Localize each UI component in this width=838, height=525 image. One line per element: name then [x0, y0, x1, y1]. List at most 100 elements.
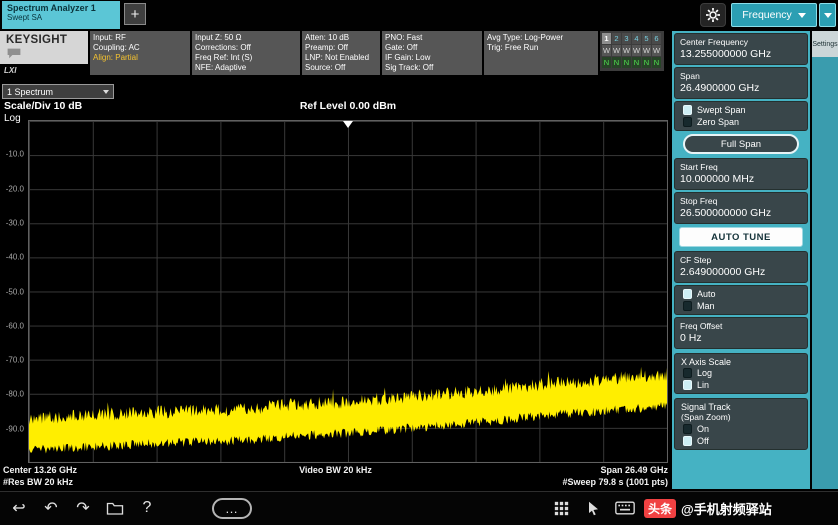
pointer-mode-button[interactable]: [580, 495, 606, 521]
trace-indicator-numbers-3[interactable]: 3: [622, 33, 631, 44]
status-line: Preamp: Off: [305, 43, 377, 53]
y-axis-label: -10.0: [6, 150, 24, 159]
span-label: Span: [680, 71, 802, 81]
span-control[interactable]: Span 26.4900000 GHz: [674, 67, 808, 99]
trace-indicator-row2-1[interactable]: W: [602, 45, 611, 56]
grid-icon: [554, 501, 569, 516]
on-screen-keyboard-button[interactable]: [612, 495, 638, 521]
x-axis-scale-label: X Axis Scale: [677, 356, 805, 367]
status-line-align-partial: Align: Partial: [93, 53, 187, 63]
trace-selector-dropdown[interactable]: 1 Spectrum: [2, 84, 114, 99]
trace-indicator-row2-3[interactable]: W: [622, 45, 631, 56]
trace-indicator-row3-2[interactable]: N: [612, 57, 621, 68]
open-folder-button[interactable]: [102, 495, 128, 521]
footer-readout-row-2: #Res BW 20 kHz #Sweep 79.8 s (1001 pts): [3, 477, 668, 487]
status-line: Corrections: Off: [195, 43, 297, 53]
redo-button[interactable]: ↷: [70, 495, 96, 521]
tab-swept-sa[interactable]: Spectrum Analyzer 1 Swept SA: [2, 1, 120, 29]
x-axis-log-option[interactable]: Log: [677, 367, 805, 379]
full-span-button[interactable]: Full Span: [683, 134, 799, 154]
status-line: Input Z: 50 Ω: [195, 33, 297, 43]
zero-span-label: Zero Span: [697, 117, 739, 127]
folder-icon: [106, 500, 124, 516]
back-button[interactable]: ↩: [6, 495, 32, 521]
status-line: Trig: Free Run: [487, 43, 595, 53]
trace-indicator-row3-3[interactable]: N: [622, 57, 631, 68]
pno-status-block[interactable]: PNO: Fast Gate: Off IF Gain: Low Sig Tra…: [382, 31, 482, 75]
x-axis-lin-option[interactable]: Lin: [677, 379, 805, 391]
cf-step-auto-option[interactable]: Auto: [677, 288, 805, 300]
zero-span-option[interactable]: Zero Span: [677, 116, 805, 128]
spectrum-analyzer-screen: Spectrum Analyzer 1 Swept SA + Frequency: [0, 0, 838, 525]
trace-indicator-row3-5[interactable]: N: [642, 57, 651, 68]
trace-indicator-numbers-6[interactable]: 6: [652, 33, 661, 44]
stop-freq-label: Stop Freq: [680, 196, 802, 206]
sweep-readout: #Sweep 79.8 s (1001 pts): [336, 477, 669, 487]
bottom-toolbar: ↩ ↶ ↷ ? …: [0, 491, 838, 525]
spectrum-plot-area[interactable]: [28, 120, 668, 463]
impedance-status-block[interactable]: Input Z: 50 Ω Corrections: Off Freq Ref:…: [192, 31, 300, 75]
signal-track-control: Signal Track (Span Zoom) On Off: [674, 398, 808, 450]
watermark-text: @手机射频驿站: [681, 499, 772, 518]
trace-indicator-numbers-4[interactable]: 4: [632, 33, 641, 44]
status-line: Coupling: AC: [93, 43, 187, 53]
center-frequency-control[interactable]: Center Frequency 13.255000000 GHz: [674, 33, 808, 65]
system-settings-button[interactable]: [700, 3, 726, 27]
app-grid-button[interactable]: [548, 495, 574, 521]
auto-tune-button[interactable]: AUTO TUNE: [679, 227, 803, 247]
trace-indicator-row2-6[interactable]: W: [652, 45, 661, 56]
tab-title: Spectrum Analyzer 1: [7, 3, 115, 13]
tab-subtitle: Swept SA: [7, 13, 115, 22]
trace-indicator-numbers-5[interactable]: 5: [642, 33, 651, 44]
trace-indicator-row2-4[interactable]: W: [632, 45, 641, 56]
y-axis-labels: -10.0-20.0-30.0-40.0-50.0-60.0-70.0-80.0…: [0, 120, 26, 463]
start-freq-control[interactable]: Start Freq 10.000000 MHz: [674, 158, 808, 190]
trace-indicator-row3-6[interactable]: N: [652, 57, 661, 68]
signal-track-on-option[interactable]: On: [677, 423, 805, 435]
radio-indicator: [683, 301, 692, 311]
lxi-label: LXI: [4, 66, 16, 75]
trace-indicator-numbers-2[interactable]: 2: [612, 33, 621, 44]
signal-track-off-label: Off: [697, 436, 709, 446]
y-axis-label: -50.0: [6, 287, 24, 296]
trace-indicator-numbers-1[interactable]: 1: [602, 33, 611, 44]
span-value: 26.4900000 GHz: [680, 82, 802, 94]
message-bubble-button[interactable]: …: [212, 498, 252, 519]
average-trigger-status-block[interactable]: Avg Type: Log-Power Trig: Free Run: [484, 31, 598, 75]
status-line: Source: Off: [305, 63, 377, 73]
add-tab-button[interactable]: +: [124, 3, 146, 25]
footer-readout-row-1: Center 13.26 GHz Video BW 20 kHz Span 26…: [3, 465, 668, 475]
trace-selector-label: 1 Spectrum: [7, 87, 53, 97]
trace-indicator-grid: 123456WWWWWWNNNNNN: [600, 31, 664, 71]
signal-track-label: Signal Track: [677, 401, 805, 412]
undo-button[interactable]: ↶: [38, 495, 64, 521]
radio-indicator: [683, 105, 692, 115]
res-bw-readout: #Res BW 20 kHz: [3, 477, 336, 487]
tab-settings[interactable]: Settings: [812, 31, 838, 57]
trace-indicator-row2-5[interactable]: W: [642, 45, 651, 56]
swept-span-option[interactable]: Swept Span: [677, 104, 805, 116]
input-status-block[interactable]: Input: RF Coupling: AC Align: Partial: [90, 31, 190, 75]
trace-indicator-row2-2[interactable]: W: [612, 45, 621, 56]
trace-indicator-row3-1[interactable]: N: [602, 57, 611, 68]
cf-step-man-option[interactable]: Man: [677, 300, 805, 312]
gear-icon: [705, 7, 721, 23]
signal-track-off-option[interactable]: Off: [677, 435, 805, 447]
cf-step-control[interactable]: CF Step 2.649000000 GHz: [674, 251, 808, 283]
stop-freq-control[interactable]: Stop Freq 26.500000000 GHz: [674, 192, 808, 224]
menu-collapse-button[interactable]: [819, 3, 836, 27]
video-bw-readout: Video BW 20 kHz: [205, 465, 467, 475]
radio-indicator: [683, 424, 692, 434]
chevron-down-icon: [103, 90, 109, 94]
chevron-down-icon: [798, 13, 806, 18]
swept-span-label: Swept Span: [697, 105, 746, 115]
ref-level-annotation: Ref Level 0.00 dBm: [28, 100, 668, 112]
center-frequency-value: 13.255000000 GHz: [680, 48, 802, 60]
trace-indicator-row3-4[interactable]: N: [632, 57, 641, 68]
attenuation-status-block[interactable]: Atten: 10 dB Preamp: Off LNP: Not Enable…: [302, 31, 380, 75]
x-axis-log-label: Log: [697, 368, 712, 378]
help-button[interactable]: ?: [134, 495, 160, 521]
freq-offset-control[interactable]: Freq Offset 0 Hz: [674, 317, 808, 349]
frequency-menu-button[interactable]: Frequency: [731, 3, 817, 27]
status-line: Sig Track: Off: [385, 63, 479, 73]
